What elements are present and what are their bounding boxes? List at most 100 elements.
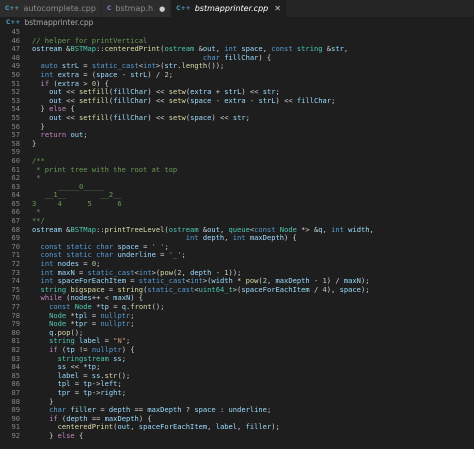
code-token: ; xyxy=(331,95,336,105)
code-token: spaceForEachItem xyxy=(138,422,208,432)
code-token: fillChar xyxy=(113,95,148,105)
code-token: int xyxy=(331,224,344,234)
code-token: ; xyxy=(181,250,186,260)
code-token: setw xyxy=(168,112,186,122)
code-token: = xyxy=(87,319,101,329)
code-line[interactable]: 59 xyxy=(0,148,474,157)
code-token: strL xyxy=(258,95,276,105)
code-token: underline xyxy=(228,405,267,415)
code-token: space xyxy=(339,284,361,294)
code-token: : xyxy=(215,405,229,415)
code-token: ) << xyxy=(275,95,297,105)
code-token: ), xyxy=(326,284,340,294)
code-token: fillChar xyxy=(296,95,332,105)
code-token: return xyxy=(40,130,67,140)
cpp-file-icon: C++ xyxy=(6,19,21,26)
code-token: nullptr xyxy=(100,319,131,329)
code-token: space xyxy=(190,95,212,105)
code-token: else xyxy=(57,430,75,440)
code-token: ) / xyxy=(147,69,165,79)
code-token: spaceForEachItem xyxy=(241,284,310,294)
code-token: - xyxy=(245,95,259,105)
unsaved-dot-icon[interactable]: ● xyxy=(159,5,165,13)
tab-2[interactable]: C++ bstmapprinter.cpp ✕ xyxy=(171,0,287,17)
code-token: * print tree with the root at top xyxy=(32,164,178,174)
code-token: int xyxy=(232,233,246,243)
code-token: int xyxy=(185,233,199,243)
code-token: setw xyxy=(168,95,186,105)
code-token: - xyxy=(211,95,225,105)
code-token: ; xyxy=(168,69,174,79)
c-header-file-icon: C xyxy=(106,5,112,12)
code-token: ; xyxy=(245,112,250,122)
code-token: right xyxy=(100,387,122,397)
tab-bar: C++ autocomplete.cpp Cbstmap.h ● C++ bstmappr… xyxy=(0,0,474,17)
code-token: uint64_t xyxy=(198,284,233,294)
code-token: ) { xyxy=(284,233,297,243)
code-token: (); xyxy=(151,302,165,311)
code-token: space xyxy=(190,112,212,122)
code-token: , xyxy=(130,422,139,432)
code-token: str xyxy=(331,44,344,54)
code-token: , xyxy=(322,224,332,234)
code-line[interactable]: 57 return out; xyxy=(0,130,474,140)
line-number: 92 xyxy=(11,430,20,440)
code-token: , xyxy=(224,233,233,243)
code-token: extra xyxy=(224,95,246,105)
breadcrumb[interactable]: C++ bstmapprinter.cpp xyxy=(0,17,474,28)
code-token: = xyxy=(70,387,84,397)
code-line[interactable]: 87 tpr = tp->right; xyxy=(0,387,474,398)
code-editor[interactable]: 45 46// helper for printVertical 47 ostream… xyxy=(0,28,474,449)
code-token: '_' xyxy=(168,250,182,260)
code-token: ss xyxy=(113,353,122,363)
editor-window: C++ autocomplete.cpp Cbstmap.h ● C++ bstmappr… xyxy=(0,0,474,449)
code-token: ; xyxy=(121,387,126,397)
code-token: label xyxy=(215,422,238,432)
code-token: } xyxy=(32,430,58,440)
code-token: setfill xyxy=(79,95,109,105)
code-token: out xyxy=(49,112,62,122)
code-line[interactable]: 61 * print tree with the root at top xyxy=(0,164,474,175)
code-token: , xyxy=(343,44,349,54)
breadcrumb-file-label: bstmapprinter.cpp xyxy=(24,18,94,27)
code-token: space xyxy=(194,405,216,415)
code-line[interactable]: 58} xyxy=(0,138,474,149)
code-token: filler xyxy=(245,422,272,432)
code-token: } xyxy=(32,138,37,148)
code-token: setfill xyxy=(79,112,109,122)
code-token: maxDepth xyxy=(147,405,182,415)
code-token: ; xyxy=(121,353,126,363)
code-token: , xyxy=(369,224,374,234)
code-text: * print tree with the root at top xyxy=(20,164,178,175)
code-token: - xyxy=(117,69,131,79)
code-token: 3 4 5 6 xyxy=(32,198,122,208)
code-token: ); xyxy=(271,422,280,432)
close-icon[interactable]: ✕ xyxy=(274,4,281,13)
cpp-file-icon: C++ xyxy=(5,5,20,12)
code-token: static_cast xyxy=(147,284,195,294)
code-token: fillChar xyxy=(113,112,148,122)
code-token: & xyxy=(322,44,332,54)
code-line[interactable]: 92 } else { xyxy=(0,430,474,441)
tab-0[interactable]: C++ autocomplete.cpp xyxy=(0,0,102,17)
code-line[interactable]: 65 3 4 5 6 xyxy=(0,198,474,209)
code-token: ) << xyxy=(147,112,169,122)
code-token: , xyxy=(237,422,246,432)
code-token: *> & xyxy=(296,224,319,234)
code-line[interactable]: 66 * xyxy=(0,208,474,217)
tab-label: autocomplete.cpp xyxy=(23,4,96,13)
code-token: ; xyxy=(83,130,88,140)
code-token: { xyxy=(74,430,84,440)
code-token: fillChar xyxy=(224,52,259,62)
tab-1[interactable]: Cbstmap.h ● xyxy=(101,0,172,17)
code-token: ) { xyxy=(258,52,272,62)
code-text: out << setfill(fillChar) << setw(space) … xyxy=(20,112,250,123)
code-token: maxDepth xyxy=(249,233,285,243)
code-token: / xyxy=(309,284,323,294)
cpp-file-icon: C++ xyxy=(176,5,191,12)
code-token: ; xyxy=(266,405,272,415)
code-token: str xyxy=(232,112,246,122)
code-token: << xyxy=(61,112,79,122)
code-line[interactable]: 55 out << setfill(fillChar) << setw(spac… xyxy=(0,112,474,123)
